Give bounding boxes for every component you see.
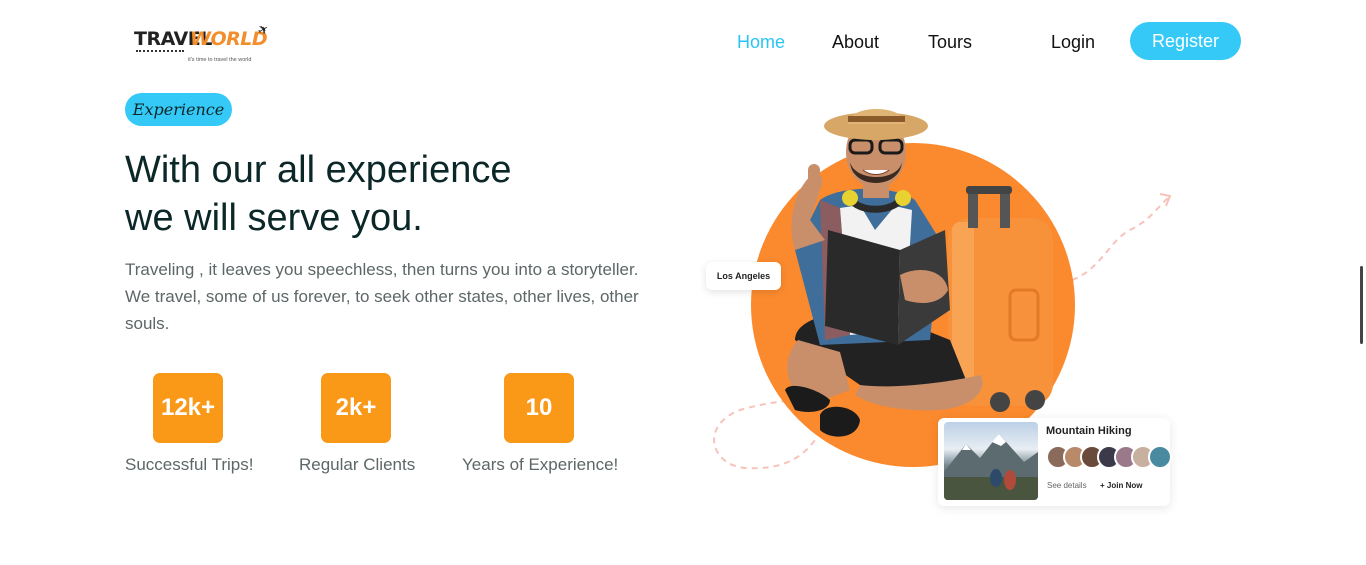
experience-badge-label: Experience xyxy=(132,100,225,119)
stat-successful-trips-value: 12k+ xyxy=(153,373,223,443)
desc-line-3: souls. xyxy=(125,314,170,333)
hiking-card[interactable]: Mountain Hiking See details + Join Now xyxy=(938,418,1172,506)
stat-regular-clients-value: 2k+ xyxy=(321,373,391,443)
location-card-label: Los Angeles xyxy=(716,271,771,281)
login-button[interactable]: Login xyxy=(1051,32,1095,53)
avatar xyxy=(1148,445,1172,469)
location-card: Los Angeles xyxy=(706,262,781,290)
register-button[interactable]: Register xyxy=(1130,22,1241,60)
logo-dotted-path xyxy=(136,50,184,52)
stat-years-experience-value: 10 xyxy=(504,373,574,443)
scrollbar[interactable] xyxy=(1360,266,1363,344)
nav-tours[interactable]: Tours xyxy=(928,32,972,53)
page-title: With our all experience we will serve yo… xyxy=(125,146,685,242)
logo-word-world: WORLD xyxy=(190,28,268,50)
experience-badge: Experience xyxy=(125,93,232,126)
mountain-graphic xyxy=(944,434,1038,500)
stat-regular-clients-label: Regular Clients xyxy=(299,455,416,474)
nav-home[interactable]: Home xyxy=(737,32,785,53)
join-now-link[interactable]: + Join Now xyxy=(1100,481,1142,490)
hiking-card-avatars xyxy=(1046,445,1172,469)
stat-successful-trips-label: Successful Trips! xyxy=(125,455,254,474)
hiking-card-image xyxy=(944,422,1038,500)
see-details-link[interactable]: See details xyxy=(1047,481,1087,490)
desc-line-2: We travel, some of us forever, to seek o… xyxy=(125,287,639,306)
logo[interactable]: TRAVEL WORLD ✈ it's time to travel the w… xyxy=(132,20,274,66)
desc-line-1: Traveling , it leaves you speechless, th… xyxy=(125,260,639,279)
hero-description: Traveling , it leaves you speechless, th… xyxy=(125,256,670,337)
headline-line-2: we will serve you. xyxy=(125,197,423,239)
logo-tagline: it's time to travel the world xyxy=(188,57,252,63)
stat-years-experience-label: Years of Experience! xyxy=(462,455,619,474)
nav-about[interactable]: About xyxy=(832,32,879,53)
hiking-card-title: Mountain Hiking xyxy=(1046,425,1132,437)
headline-line-1: With our all experience xyxy=(125,149,512,191)
